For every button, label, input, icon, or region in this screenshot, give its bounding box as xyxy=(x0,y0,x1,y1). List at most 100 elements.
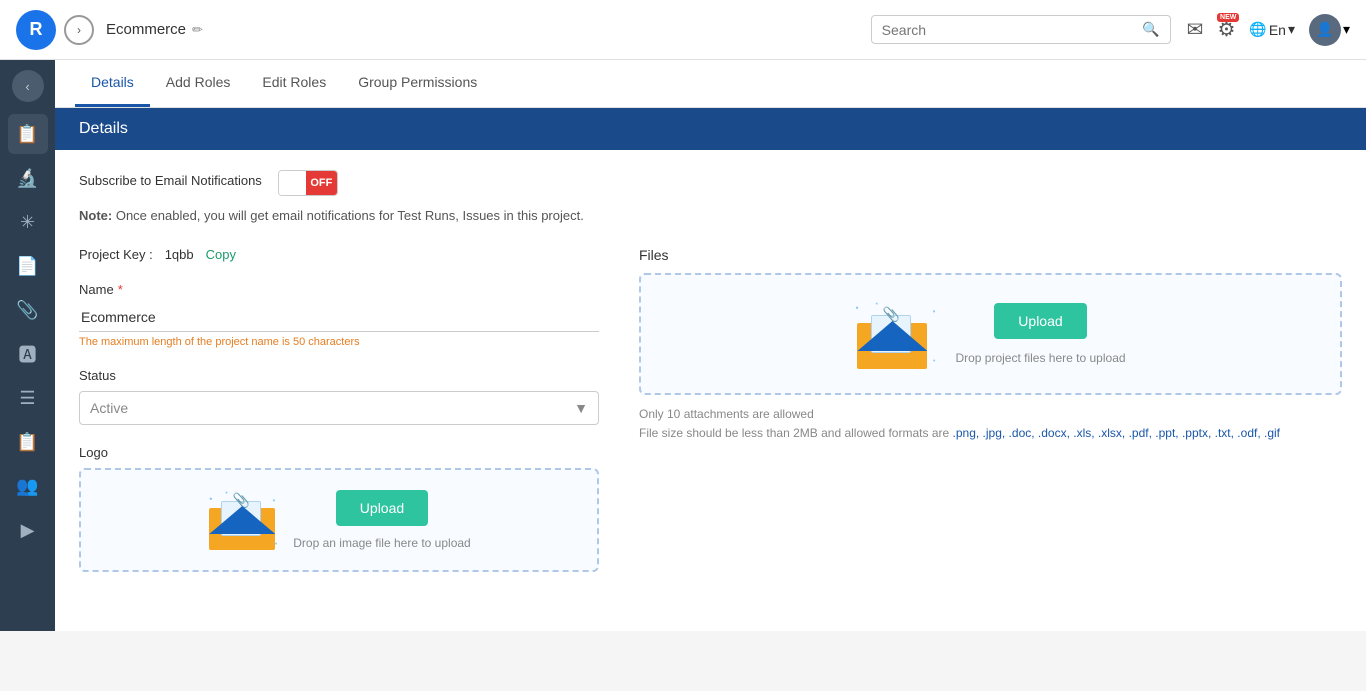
name-label: Name * xyxy=(79,282,599,297)
fpaperclip-icon: 📎 xyxy=(883,306,900,323)
files-upload-area[interactable]: • • • • 📎 Upload xyxy=(639,273,1342,395)
status-label: Status xyxy=(79,368,599,383)
tab-details[interactable]: Details xyxy=(75,60,150,107)
mail-icon: ✉ xyxy=(1187,17,1204,42)
files-info: Only 10 attachments are allowed File siz… xyxy=(639,405,1342,443)
status-field-group: Status Active ▼ xyxy=(79,368,599,425)
update-button[interactable]: ⚙ NEW xyxy=(1217,17,1235,42)
fdot4: • xyxy=(933,358,935,365)
project-key-row: Project Key : 1qbb Copy xyxy=(79,247,599,262)
sidebar-item-play[interactable]: ▶ xyxy=(8,510,48,550)
paperclip-icon: 📎 xyxy=(233,492,250,509)
logo-label: Logo xyxy=(79,445,599,460)
dot1: • xyxy=(209,494,212,504)
dot4: • xyxy=(275,541,277,548)
fdot2: • xyxy=(875,301,877,308)
files-section: Files • • • • 📎 xyxy=(639,247,1342,443)
logo-upload-button[interactable]: Upload xyxy=(336,490,428,526)
collapse-icon: ‹ xyxy=(25,79,29,94)
app-logo: R xyxy=(16,10,56,50)
email-notif-row: Subscribe to Email Notifications OFF xyxy=(79,170,1342,196)
logo-upload-controls: Upload Drop an image file here to upload xyxy=(293,490,470,550)
edit-icon[interactable]: ✏ xyxy=(192,22,203,38)
status-value: Active xyxy=(90,400,128,416)
sidebar-item-text[interactable]: 🅰 xyxy=(8,334,48,374)
name-hint: The maximum length of the project name i… xyxy=(79,336,599,348)
copy-icon: 📋 xyxy=(16,432,38,453)
play-icon: ▶ xyxy=(21,520,35,541)
copy-button[interactable]: Copy xyxy=(206,247,236,262)
status-dropdown-icon: ▼ xyxy=(574,400,588,416)
globe-icon: 🌐 xyxy=(1249,21,1266,38)
toggle-off xyxy=(279,171,306,195)
top-nav: R › Ecommerce ✏ 🔍 ✉ ⚙ NEW 🌐 En ▾ 👤 ▾ xyxy=(0,0,1366,60)
logo-field-group: Logo • • • • xyxy=(79,445,599,572)
section-header: Details xyxy=(55,108,1366,150)
file-size-text: File size should be less than 2MB and al… xyxy=(639,424,1342,443)
mail-button[interactable]: ✉ xyxy=(1187,17,1204,42)
two-col-layout: Project Key : 1qbb Copy Name * The maxim… xyxy=(79,247,1342,592)
sidebar-item-tasks[interactable]: 📋 xyxy=(8,114,48,154)
sidebar-item-users[interactable]: 👥 xyxy=(8,466,48,506)
files-label: Files xyxy=(639,247,1342,263)
page-title: Ecommerce ✏ xyxy=(106,21,203,38)
logo-upload-illustration: • • • • 📎 xyxy=(207,490,277,550)
paperclip-icon: 📎 xyxy=(16,300,38,321)
file-formats: .png, .jpg, .doc, .docx, .xls, .xlsx, .p… xyxy=(953,426,1281,440)
note-text: Note: Once enabled, you will get email n… xyxy=(79,208,1342,223)
tab-edit-roles[interactable]: Edit Roles xyxy=(246,60,342,107)
language-button[interactable]: 🌐 En ▾ xyxy=(1249,21,1295,38)
forward-button[interactable]: › xyxy=(64,15,94,45)
toggle-track[interactable]: OFF xyxy=(278,170,338,196)
sidebar-item-document[interactable]: 📄 xyxy=(8,246,48,286)
user-icon: 👤 xyxy=(1316,21,1333,38)
users-icon: 👥 xyxy=(16,476,38,497)
files-upload-hint: Drop project files here to upload xyxy=(955,351,1125,365)
avatar: 👤 xyxy=(1309,14,1341,46)
attachment-limit-text: Only 10 attachments are allowed xyxy=(639,405,1342,424)
fdot3: • xyxy=(933,307,936,316)
logo-upload-hint: Drop an image file here to upload xyxy=(293,536,470,550)
right-column: Files • • • • 📎 xyxy=(639,247,1342,592)
tab-group-permissions[interactable]: Group Permissions xyxy=(342,60,493,107)
sidebar-collapse-button[interactable]: ‹ xyxy=(12,70,44,102)
asterisk-icon: ✳ xyxy=(20,212,35,233)
tabs-bar: Details Add Roles Edit Roles Group Permi… xyxy=(55,60,1366,108)
sidebar-item-paperclip[interactable]: 📎 xyxy=(8,290,48,330)
project-key-value: 1qbb xyxy=(165,247,194,262)
search-icon: 🔍 xyxy=(1142,21,1159,38)
search-input[interactable] xyxy=(882,22,1143,38)
sidebar-item-copy[interactable]: 📋 xyxy=(8,422,48,462)
document-icon: 📄 xyxy=(16,256,38,277)
files-upload-controls: Upload Drop project files here to upload xyxy=(955,303,1125,365)
top-nav-icons: ✉ ⚙ NEW 🌐 En ▾ 👤 ▾ xyxy=(1187,14,1350,46)
explore-icon: 🔬 xyxy=(16,168,38,189)
name-field-group: Name * The maximum length of the project… xyxy=(79,282,599,348)
note-content: Once enabled, you will get email notific… xyxy=(116,208,584,223)
tasks-icon: 📋 xyxy=(16,124,38,145)
logo-upload-area[interactable]: • • • • 📎 xyxy=(79,468,599,572)
sidebar-item-menu[interactable]: ☰ xyxy=(8,378,48,418)
main-content: Details Add Roles Edit Roles Group Permi… xyxy=(55,60,1366,631)
name-input[interactable] xyxy=(79,303,599,332)
dot2: • xyxy=(225,490,227,497)
search-box: 🔍 xyxy=(871,15,1171,44)
status-select[interactable]: Active ▼ xyxy=(79,391,599,425)
note-label: Note: xyxy=(79,208,112,223)
sidebar: ‹ 📋 🔬 ✳ 📄 📎 🅰 ☰ 📋 👥 ▶ xyxy=(0,60,55,631)
files-upload-illustration: • • • • 📎 xyxy=(855,299,935,369)
toggle-switch[interactable]: OFF xyxy=(278,170,338,196)
user-chevron-icon: ▾ xyxy=(1343,21,1350,38)
left-column: Project Key : 1qbb Copy Name * The maxim… xyxy=(79,247,599,592)
details-section: Details Subscribe to Email Notifications… xyxy=(55,108,1366,612)
required-star: * xyxy=(118,282,123,297)
sidebar-item-explore[interactable]: 🔬 xyxy=(8,158,48,198)
files-upload-button[interactable]: Upload xyxy=(994,303,1086,339)
toggle-on: OFF xyxy=(306,171,337,195)
sidebar-item-asterisk[interactable]: ✳ xyxy=(8,202,48,242)
tab-add-roles[interactable]: Add Roles xyxy=(150,60,247,107)
text-icon: 🅰 xyxy=(19,341,37,367)
chevron-down-icon: ▾ xyxy=(1288,21,1295,38)
dot3: • xyxy=(272,496,275,505)
user-menu-button[interactable]: 👤 ▾ xyxy=(1309,14,1350,46)
